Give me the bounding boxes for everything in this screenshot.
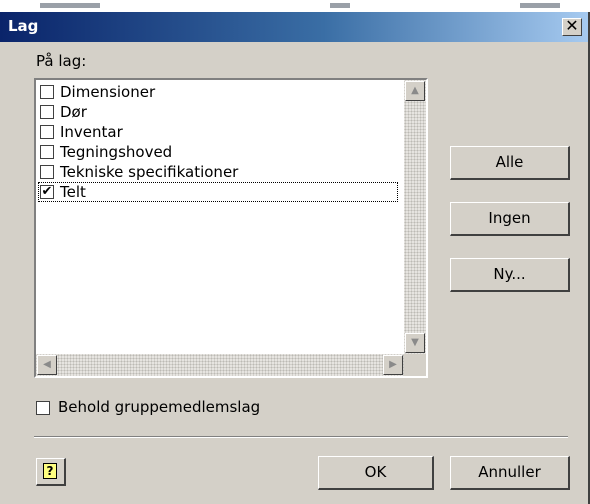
layer-checkbox[interactable] xyxy=(40,125,54,139)
ok-button[interactable]: OK xyxy=(318,456,434,490)
scroll-down-button[interactable]: ▼ xyxy=(405,333,425,353)
arrow-left-icon: ◀ xyxy=(43,359,51,370)
layer-item-telt[interactable]: ✔ Telt xyxy=(38,182,398,202)
layer-label: Dør xyxy=(60,103,87,121)
background-fragment xyxy=(40,3,100,8)
arrow-right-icon: ▶ xyxy=(389,359,397,370)
layer-label: Tekniske specifikationer xyxy=(60,163,239,181)
layer-label: Tegningshoved xyxy=(60,143,173,161)
arrow-down-icon: ▼ xyxy=(411,337,419,348)
layer-checkbox[interactable] xyxy=(40,85,54,99)
none-button[interactable]: Ingen xyxy=(450,202,570,236)
layers-list: Dimensioner Dør Inventar Tegningshoved T… xyxy=(38,82,398,202)
layer-checkbox[interactable] xyxy=(40,165,54,179)
layer-label: Telt xyxy=(60,183,86,201)
help-icon: ? xyxy=(43,463,57,479)
layer-item-inventar[interactable]: Inventar xyxy=(38,122,398,142)
layers-listbox[interactable]: Dimensioner Dør Inventar Tegningshoved T… xyxy=(34,78,428,378)
arrow-up-icon: ▲ xyxy=(411,85,419,96)
layer-checkbox-checked[interactable]: ✔ xyxy=(40,185,54,199)
layer-label: Dimensioner xyxy=(60,83,156,101)
horizontal-scrollbar[interactable]: ◀ ▶ xyxy=(36,354,404,376)
layer-label: Inventar xyxy=(60,123,123,141)
cancel-button[interactable]: Annuller xyxy=(450,456,570,490)
scroll-left-button[interactable]: ◀ xyxy=(37,355,57,375)
scrollbar-corner xyxy=(404,354,426,376)
layer-item-tegningshoved[interactable]: Tegningshoved xyxy=(38,142,398,162)
checkmark-icon: ✔ xyxy=(41,184,53,199)
separator xyxy=(34,436,568,438)
layers-label: På lag: xyxy=(36,52,87,70)
close-icon: ✕ xyxy=(565,16,579,35)
background-fragment xyxy=(520,3,560,8)
layer-checkbox[interactable] xyxy=(40,145,54,159)
all-button[interactable]: Alle xyxy=(450,146,570,180)
scroll-right-button[interactable]: ▶ xyxy=(383,355,403,375)
new-button[interactable]: Ny... xyxy=(450,258,570,292)
scroll-up-button[interactable]: ▲ xyxy=(405,81,425,101)
dialog-title: Lag xyxy=(8,17,39,35)
vertical-scrollbar[interactable]: ▲ ▼ xyxy=(404,80,426,354)
close-button[interactable]: ✕ xyxy=(562,18,582,36)
background-fragment xyxy=(330,3,350,8)
layer-checkbox[interactable] xyxy=(40,105,54,119)
help-button[interactable]: ? xyxy=(36,458,66,486)
layer-item-tekniske-specifikationer[interactable]: Tekniske specifikationer xyxy=(38,162,398,182)
keep-group-checkbox[interactable] xyxy=(36,401,50,415)
layer-item-dor[interactable]: Dør xyxy=(38,102,398,122)
title-bar: Lag ✕ xyxy=(0,12,588,42)
layer-item-dimensioner[interactable]: Dimensioner xyxy=(38,82,398,102)
keep-group-label: Behold gruppemedlemslag xyxy=(58,398,261,416)
